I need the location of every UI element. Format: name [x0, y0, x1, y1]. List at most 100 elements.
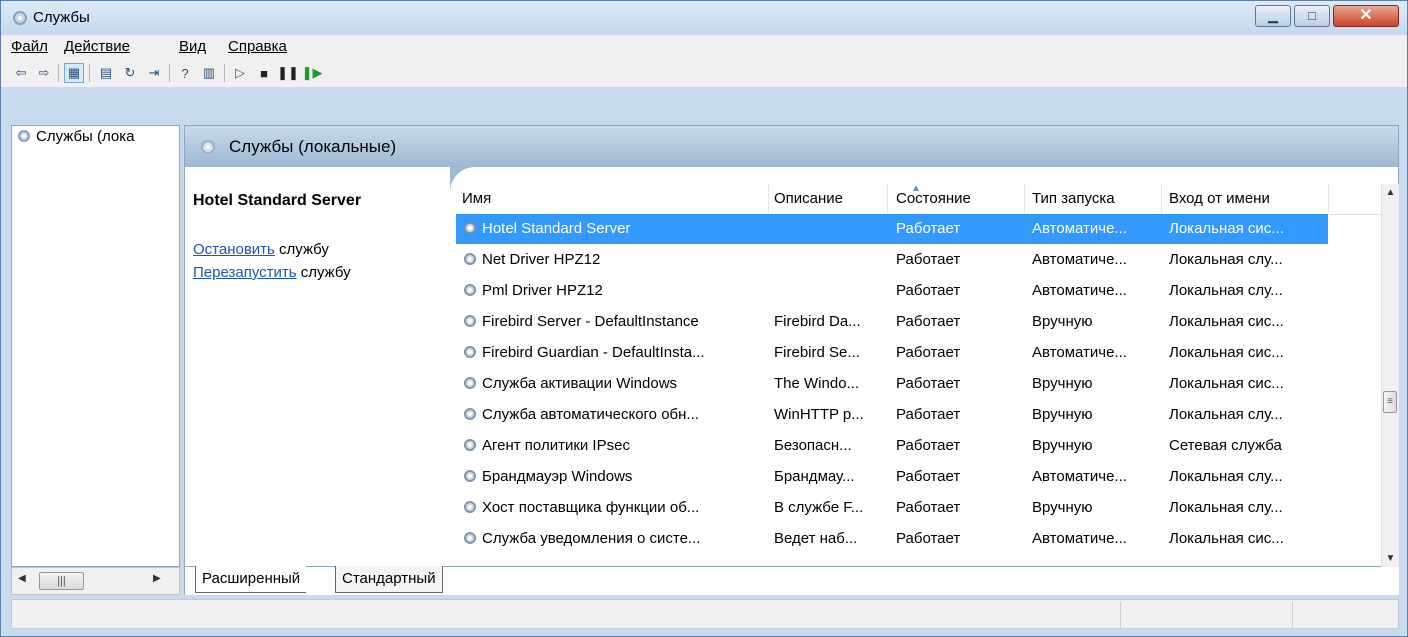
table-row[interactable]: Служба автоматического обн... WinHTTP р.…	[456, 400, 1366, 430]
back-arrow-icon[interactable]: ⇦	[11, 63, 31, 83]
tab-extended-label: Расширенный	[202, 570, 301, 587]
title-bar[interactable]: Службы ▁ □ ✕	[1, 1, 1407, 35]
column-separator[interactable]	[887, 184, 888, 213]
tab-standard[interactable]: Стандартный	[335, 566, 443, 593]
forward-arrow-icon[interactable]: ⇨	[34, 63, 54, 83]
grid-vertical-scrollbar[interactable]: ▲ ≡ ▼	[1381, 184, 1399, 567]
table-row[interactable]: Брандмауэр Windows Брандмау... Работает …	[456, 462, 1366, 492]
restart-service-link[interactable]: Перезапустить	[193, 264, 297, 281]
service-status: Работает	[896, 220, 961, 237]
service-gear-icon	[464, 284, 476, 296]
services-window: Службы ▁ □ ✕ Файл Действие Вид Справка ⇦…	[0, 0, 1408, 637]
menu-help[interactable]: Справка	[228, 38, 287, 55]
service-startup-type: Автоматиче...	[1032, 220, 1127, 237]
stop-service-link[interactable]: Остановить	[193, 241, 275, 258]
view-tabs: Расширенный Стандартный	[184, 566, 1399, 595]
properties-icon[interactable]: ▤	[96, 63, 116, 83]
column-log-on-as[interactable]: Вход от имени	[1169, 190, 1270, 207]
grid-header: Имя Описание ▲ Состояние Тип запуска Вхо…	[456, 184, 1381, 215]
column-name[interactable]: Имя	[462, 190, 491, 207]
toolbar-separator	[58, 64, 59, 82]
service-gear-icon	[464, 315, 476, 327]
stop-service-line: Остановить службу	[193, 241, 329, 258]
tab-extended[interactable]: Расширенный	[195, 566, 307, 593]
pause-icon[interactable]: ❚❚	[277, 63, 299, 83]
table-row[interactable]: Хост поставщика функции об... В службе F…	[456, 493, 1366, 523]
table-row[interactable]: Служба активации Windows The Windo... Ра…	[456, 369, 1366, 399]
service-status: Работает	[896, 344, 961, 361]
restart-icon[interactable]: ❚▶	[302, 63, 323, 83]
column-separator[interactable]	[768, 184, 769, 213]
main-header: Службы (локальные)	[185, 126, 1398, 167]
service-description: Firebird Da...	[774, 313, 861, 330]
service-name: Firebird Server - DefaultInstance	[482, 313, 699, 330]
service-gear-icon	[464, 408, 476, 420]
scroll-thumb[interactable]: |||	[39, 572, 84, 590]
maximize-button[interactable]: □	[1294, 5, 1330, 27]
table-row[interactable]: Pml Driver HPZ12 Работает Автоматиче... …	[456, 276, 1366, 306]
service-log-on-as: Локальная сис...	[1169, 375, 1284, 392]
column-startup-type[interactable]: Тип запуска	[1032, 190, 1115, 207]
table-row[interactable]: Hotel Standard Server Работает Автоматич…	[456, 214, 1328, 244]
service-startup-type: Автоматиче...	[1032, 282, 1127, 299]
service-status: Работает	[896, 375, 961, 392]
services-gear-icon	[201, 140, 215, 154]
menu-view[interactable]: Вид	[179, 38, 206, 55]
play-icon[interactable]: ▷	[230, 63, 250, 83]
menu-file[interactable]: Файл	[11, 38, 48, 55]
scroll-thumb[interactable]: ≡	[1383, 391, 1397, 413]
tree-item-services-local[interactable]: Службы (лока	[16, 128, 135, 145]
tab-standard-label: Стандартный	[342, 570, 436, 587]
service-startup-type: Вручную	[1032, 499, 1093, 516]
service-name: Агент политики IPsec	[482, 437, 630, 454]
column-status[interactable]: Состояние	[896, 190, 971, 207]
service-name: Net Driver HPZ12	[482, 251, 601, 268]
service-startup-type: Вручную	[1032, 313, 1093, 330]
scroll-left-icon[interactable]: ◀	[18, 573, 26, 584]
table-row[interactable]: Служба уведомления о систе... Ведет наб.…	[456, 524, 1366, 554]
toolbar-separator	[224, 64, 225, 82]
scroll-up-icon[interactable]: ▲	[1382, 184, 1399, 201]
service-description: В службе F...	[774, 499, 864, 516]
table-row[interactable]: Firebird Guardian - DefaultInsta... Fire…	[456, 338, 1366, 368]
services-gear-icon	[18, 130, 30, 142]
service-name: Служба активации Windows	[482, 375, 678, 392]
service-log-on-as: Локальная слу...	[1169, 499, 1283, 516]
service-status: Работает	[896, 313, 961, 330]
service-name: Служба автоматического обн...	[482, 406, 699, 423]
service-log-on-as: Локальная слу...	[1169, 468, 1283, 485]
column-separator[interactable]	[1024, 184, 1025, 213]
status-bar	[11, 599, 1399, 629]
stop-service-suffix: службу	[274, 241, 329, 258]
service-gear-icon	[464, 439, 476, 451]
help-icon[interactable]: ?	[175, 63, 195, 83]
action-pane-icon[interactable]: ▥	[199, 63, 219, 83]
service-name: Hotel Standard Server	[482, 220, 631, 237]
service-gear-icon	[464, 253, 476, 265]
close-button[interactable]: ✕	[1333, 5, 1399, 27]
tree-horizontal-scrollbar[interactable]: ◀ ||| ▶	[11, 567, 180, 595]
column-separator[interactable]	[1328, 184, 1329, 213]
services-main-pane: Службы (локальные) Hotel Standard Server…	[184, 125, 1399, 567]
table-row[interactable]: Firebird Server - DefaultInstance Firebi…	[456, 307, 1366, 337]
table-row[interactable]: Net Driver HPZ12 Работает Автоматиче... …	[456, 245, 1366, 275]
table-row[interactable]: Агент политики IPsec Безопасн... Работае…	[456, 431, 1366, 461]
service-name: Брандмауэр Windows	[482, 468, 633, 485]
menu-action[interactable]: Действие	[64, 38, 130, 55]
column-separator[interactable]	[1161, 184, 1162, 213]
column-description[interactable]: Описание	[774, 190, 843, 207]
minimize-icon: ▁	[1268, 8, 1278, 23]
minimize-button[interactable]: ▁	[1255, 5, 1291, 27]
service-log-on-as: Локальная сис...	[1169, 344, 1284, 361]
toolbar-separator	[169, 64, 170, 82]
export-icon[interactable]: ⇥	[144, 63, 164, 83]
service-description: The Windo...	[774, 375, 860, 392]
console-tree-icon[interactable]: ▦	[64, 63, 84, 83]
stop-icon[interactable]: ■	[254, 63, 274, 83]
toolbar: ⇦ ⇨ ▦ ▤ ↻ ⇥ ? ▥ ▷ ■ ❚❚ ❚▶	[1, 59, 1407, 88]
description-panel: Hotel Standard Server Остановить службу …	[185, 184, 455, 568]
scroll-right-icon[interactable]: ▶	[153, 573, 161, 584]
scroll-down-icon[interactable]: ▼	[1382, 550, 1399, 567]
service-status: Работает	[896, 499, 961, 516]
refresh-icon[interactable]: ↻	[120, 63, 140, 83]
